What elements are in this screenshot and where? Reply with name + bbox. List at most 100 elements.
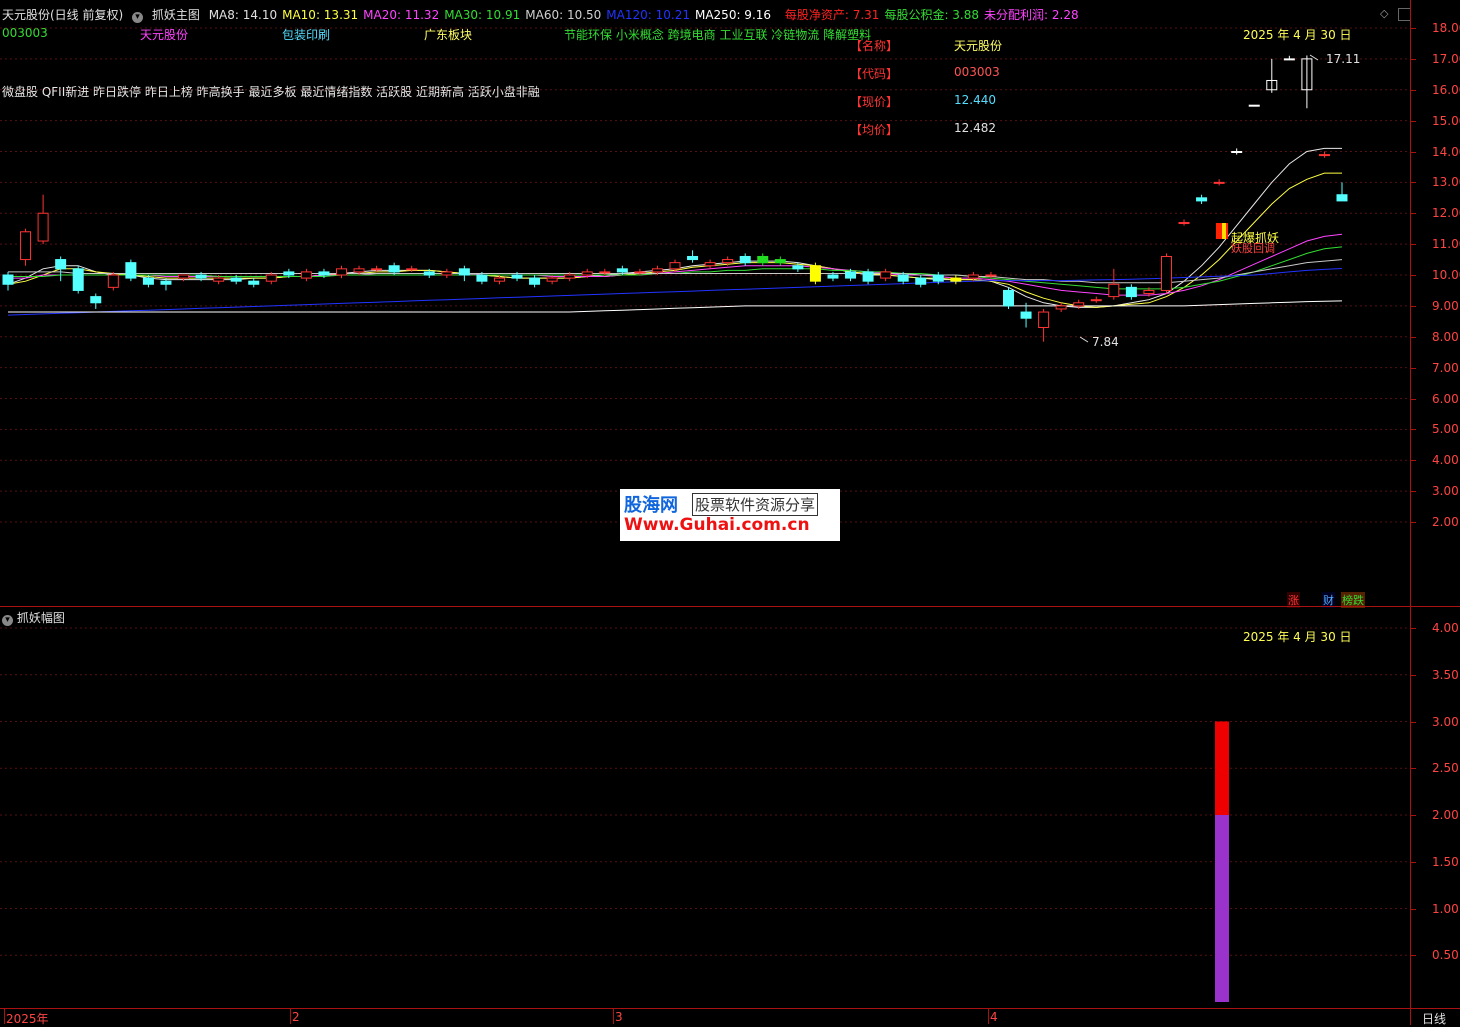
candle-body [213,277,225,282]
y-tick-label: 9.00 [1432,298,1459,313]
candle-body [1143,289,1155,295]
candle-body [932,274,944,282]
candle-body [300,271,312,279]
y-tick [1411,367,1416,369]
candle-body [722,259,734,264]
candle-body [72,268,84,291]
candle-body [1213,181,1225,184]
candle-body [458,268,470,276]
candle-body [1160,255,1172,291]
y-tick-label: 7.00 [1432,360,1459,375]
candle-body [248,280,260,285]
candle-body [1336,194,1348,202]
candle-body [1318,154,1330,157]
candle-body [388,265,400,273]
candle-body [634,271,646,274]
candle-body [441,271,453,276]
candle-body [862,271,874,282]
candle-body [757,255,769,264]
amplitude-chart[interactable] [0,607,1410,1007]
candle-body [792,265,804,270]
y-tick-label: 6.00 [1432,391,1459,406]
y-tick [1411,491,1416,493]
y-tick-label: 18.00 [1432,21,1460,35]
y-tick [1411,768,1416,770]
y-tick-label: 12.00 [1432,206,1460,221]
candle-body [704,262,716,267]
period-label[interactable]: 日线 [1422,1010,1446,1027]
y-tick [1411,213,1416,215]
y-tick [1411,120,1416,122]
y-tick [1411,244,1416,246]
y-tick-label: 11.00 [1432,237,1460,252]
y-tick [1411,522,1416,523]
x-tick [613,1008,614,1024]
x-tick-label: 2025年 [6,1012,49,1026]
candle-body [687,255,699,261]
watermark-url: Www.Guhai.com.cn [624,515,810,535]
candle-body [845,271,857,279]
y-tick-label: 13.00 [1432,175,1460,190]
candle-body [950,277,962,282]
candle-body [493,277,505,282]
x-tick [290,1008,291,1024]
candle-body [529,277,541,285]
y-tick [1411,721,1416,723]
y-tick-label: 2.00 [1432,808,1459,822]
y-tick [1411,955,1416,957]
candle-body [1178,222,1190,225]
candle-body [476,274,488,282]
amplitude-bar [1215,815,1229,1002]
x-tick [4,1008,5,1024]
y-tick-label: 14.00 [1432,144,1460,159]
candle-body [37,212,49,242]
candle-body [160,280,172,285]
x-axis-line [0,1008,1460,1009]
amplitude-bar [1215,721,1229,815]
y-tick [1411,275,1416,276]
candle-body [265,274,277,282]
y-tick [1411,151,1416,153]
y-tick-label: 2.50 [1432,761,1459,776]
ma-line-ma250 [8,300,1343,313]
y-tick [1411,305,1416,307]
candle-body [511,274,523,279]
y-tick [1411,460,1416,462]
candle-body [880,271,892,279]
high-price-label: 17.11 [1326,52,1361,66]
candle-body [107,274,119,288]
signal-marker-stripe [1222,223,1226,239]
y-tick [1411,861,1416,863]
y-tick-label: 10.00 [1432,268,1460,282]
candle-body [1108,283,1120,298]
y-tick [1411,58,1416,60]
y-tick [1411,336,1416,338]
candle-body [739,255,751,264]
candle-body [90,296,102,304]
candle-body [809,265,821,282]
y-tick-label: 3.00 [1432,484,1459,499]
watermark-brand: 股海网 [624,495,678,516]
candle-body [55,259,67,270]
candle-body [827,274,839,279]
y-axis-line [1410,0,1411,1025]
y-tick [1411,89,1416,91]
candle-body [336,268,347,276]
candle-body [1020,311,1032,319]
y-tick [1411,182,1416,184]
candle-body [2,274,14,285]
candle-body [774,259,786,264]
x-tick-label: 2 [292,1010,300,1024]
candle-body [967,274,979,279]
candle-body [283,271,295,276]
y-tick-label: 3.00 [1432,714,1459,729]
y-tick-label: 16.00 [1432,82,1460,97]
candle-body [1231,151,1243,153]
candle-body [230,277,242,282]
candle-body [564,274,576,279]
y-tick-label: 15.00 [1432,113,1460,128]
y-tick [1411,398,1416,400]
y-tick [1411,815,1416,816]
candle-body [985,274,997,277]
y-tick-label: 0.50 [1432,948,1459,963]
